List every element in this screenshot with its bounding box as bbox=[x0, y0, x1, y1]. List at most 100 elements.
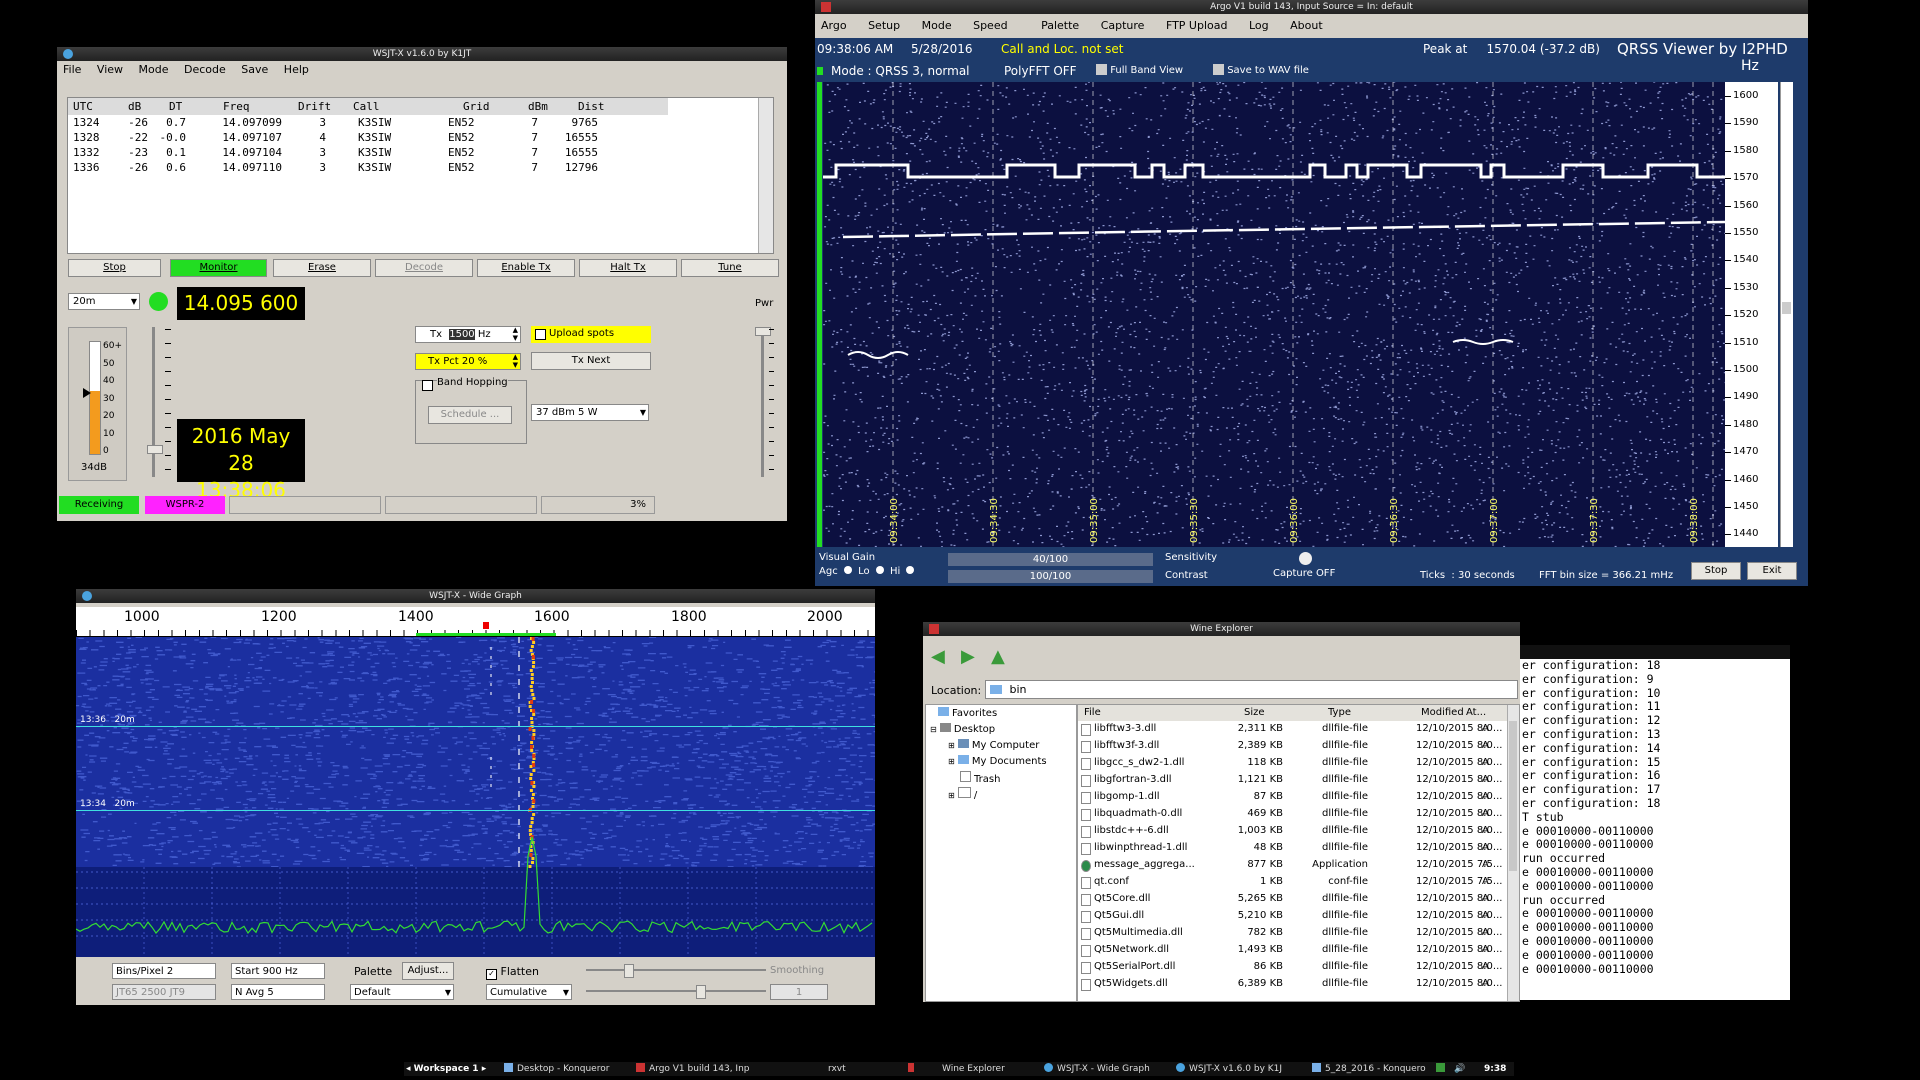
argo-vscroll[interactable] bbox=[1780, 82, 1793, 547]
file-row[interactable]: libwinpthread-1.dll 48 KB dllfile-file 12/1… bbox=[1078, 840, 1502, 857]
decode-row[interactable]: 1328 -22 -0.0 14.097107 4 K3SIW EN52 7 16555 bbox=[68, 131, 668, 146]
tune-button[interactable]: Tune bbox=[681, 259, 779, 277]
spin-arrows-icon[interactable]: ▲ ▼ bbox=[513, 326, 518, 342]
expand-icon[interactable]: ⊞ bbox=[948, 791, 955, 800]
tree-item-root[interactable]: ⊞ / bbox=[948, 787, 977, 801]
rxvt-window[interactable]: er configuration: 18 er configuration: 9e… bbox=[1520, 645, 1790, 1000]
argo-menu-argo[interactable]: Argo bbox=[821, 19, 847, 32]
taskbar-item[interactable]: WSJT-X - Wide Graph bbox=[1044, 1062, 1166, 1076]
explorer-titlebar[interactable]: Wine Explorer bbox=[923, 622, 1520, 636]
zero-slider-handle[interactable] bbox=[696, 985, 706, 999]
enable-tx-button[interactable]: Enable Tx bbox=[477, 259, 575, 277]
capture-knob-icon[interactable] bbox=[1299, 552, 1312, 565]
monitor-button[interactable]: Monitor bbox=[170, 259, 267, 277]
spin-arrows-icon[interactable]: ▲ ▼ bbox=[513, 353, 518, 369]
waterfall[interactable]: 13:36 20m 13:34 20m bbox=[76, 637, 875, 957]
radio-icon[interactable] bbox=[875, 566, 884, 574]
checkbox-icon[interactable]: ✓ bbox=[486, 969, 497, 980]
taskbar-item[interactable]: Argo V1 build 143, Inp bbox=[636, 1062, 761, 1076]
decode-scrollbar[interactable] bbox=[758, 98, 773, 253]
tx-value[interactable]: 1500 bbox=[449, 329, 475, 340]
tree-item-desktop[interactable]: ⊟ Desktop bbox=[930, 723, 995, 735]
erase-button[interactable]: Erase bbox=[273, 259, 371, 277]
taskbar-item[interactable]: WSJT-X v1.6.0 by K1J bbox=[1176, 1062, 1302, 1076]
forward-arrow-icon[interactable]: ▶ bbox=[961, 646, 975, 667]
checkbox-icon[interactable] bbox=[422, 380, 433, 391]
rx-slider-track[interactable] bbox=[152, 327, 155, 477]
zero-slider[interactable] bbox=[586, 990, 766, 992]
scrollbar-thumb[interactable] bbox=[1509, 721, 1517, 871]
tx-next-button[interactable]: Tx Next bbox=[531, 352, 651, 370]
tray-icon[interactable] bbox=[1436, 1062, 1452, 1076]
checkbox-icon[interactable] bbox=[1096, 64, 1107, 75]
rx-slider-handle[interactable] bbox=[147, 445, 163, 454]
collapse-icon[interactable]: ⊟ bbox=[930, 725, 937, 734]
band-select[interactable]: 20m ▼ bbox=[68, 293, 140, 310]
file-row[interactable]: libgfortran-3.dll 1,121 KB dllfile-file 12/… bbox=[1078, 772, 1502, 789]
tree-item-favorites[interactable]: Favorites bbox=[938, 707, 997, 719]
file-list[interactable]: File Size Type Modified At... libfftw3-3… bbox=[1077, 704, 1520, 1002]
tree-item-my-computer[interactable]: ⊞ My Computer bbox=[948, 739, 1039, 751]
expand-icon[interactable]: ⊞ bbox=[948, 757, 955, 766]
menu-help[interactable]: Help bbox=[284, 63, 309, 76]
file-row[interactable]: Qt5Core.dll 5,265 KB dllfile-file 12/10/201… bbox=[1078, 891, 1502, 908]
tree-item-trash[interactable]: Trash bbox=[960, 771, 1000, 785]
bins-spinbox[interactable]: Bins/Pixel 2 bbox=[112, 963, 216, 979]
argo-vscroll-thumb[interactable] bbox=[1782, 302, 1791, 314]
col-size[interactable]: Size bbox=[1244, 707, 1265, 718]
argo-spectrogram[interactable]: 09:34:00 09:34:30 09:35:00 09:35:30 09:36:00… bbox=[823, 82, 1725, 547]
jt-spinbox[interactable]: JT65 2500 JT9 bbox=[112, 984, 216, 1000]
pwr-slider-track[interactable] bbox=[761, 327, 764, 477]
tx-freq-spinbox[interactable]: Tx 1500 Hz ▲ ▼ bbox=[415, 326, 521, 343]
argo-titlebar[interactable]: Argo V1 build 143, Input Source = In: de… bbox=[815, 0, 1808, 14]
file-list-scrollbar[interactable] bbox=[1507, 705, 1519, 1001]
taskbar-item[interactable]: Desktop - Konqueror bbox=[504, 1062, 622, 1076]
checkbox-icon[interactable] bbox=[1213, 64, 1224, 75]
file-row[interactable]: libfftw3-3.dll 2,311 KB dllfile-file 12/10/… bbox=[1078, 721, 1502, 738]
full-band-checkbox[interactable]: Full Band View bbox=[1096, 64, 1183, 76]
file-row[interactable]: message_aggrega... 877 KB Application 12/10… bbox=[1078, 857, 1502, 874]
decode-button[interactable]: Decode bbox=[375, 259, 473, 277]
decode-row[interactable]: 1336 -26 0.6 14.097110 3 K3SIW EN52 7 12796 bbox=[68, 161, 668, 176]
col-file[interactable]: File bbox=[1084, 707, 1101, 718]
col-modified[interactable]: Modified bbox=[1421, 707, 1464, 718]
navg-spinbox[interactable]: N Avg 5 bbox=[231, 984, 325, 1000]
adjust-button[interactable]: Adjust... bbox=[402, 962, 454, 980]
argo-exit-button[interactable]: Exit bbox=[1747, 562, 1797, 580]
menu-view[interactable]: View bbox=[97, 63, 123, 76]
power-select[interactable]: 37 dBm 5 W ▼ bbox=[531, 404, 649, 421]
file-row[interactable]: qt.conf 1 KB conf-file 12/10/2015 7:5... A bbox=[1078, 874, 1502, 891]
folder-tree[interactable]: Favorites ⊟ Desktop ⊞ My Computer ⊞ My D… bbox=[925, 704, 1077, 1002]
decode-row[interactable]: 1324 -26 0.7 14.097099 3 K3SIW EN52 7 9765 bbox=[68, 116, 668, 131]
argo-menu-about[interactable]: About bbox=[1290, 19, 1323, 32]
file-row[interactable]: libfftw3f-3.dll 2,389 KB dllfile-file 12/10… bbox=[1078, 738, 1502, 755]
taskbar-item[interactable]: rxvt bbox=[828, 1062, 868, 1076]
location-field[interactable]: bin bbox=[985, 680, 1518, 699]
palette-select[interactable]: Default ▼ bbox=[350, 984, 454, 1000]
expand-icon[interactable]: ⊞ bbox=[948, 741, 955, 750]
widegraph-titlebar[interactable]: WSJT-X - Wide Graph bbox=[76, 589, 875, 603]
taskbar-item[interactable]: Wine Explorer bbox=[908, 1062, 1008, 1076]
argo-menu-speed[interactable]: Speed bbox=[973, 19, 1007, 32]
menu-file[interactable]: File bbox=[63, 63, 81, 76]
contrast-bar[interactable]: 100/100 bbox=[948, 570, 1153, 583]
argo-menu-ftp[interactable]: FTP Upload bbox=[1166, 19, 1228, 32]
col-attr[interactable]: At... bbox=[1466, 707, 1486, 718]
argo-menu-setup[interactable]: Setup bbox=[868, 19, 900, 32]
halt-tx-button[interactable]: Halt Tx bbox=[579, 259, 677, 277]
file-row[interactable]: libquadmath-0.dll 469 KB dllfile-file 12/10… bbox=[1078, 806, 1502, 823]
workspace-switcher[interactable]: ◂ Workspace 1 ▸ bbox=[406, 1062, 498, 1076]
back-arrow-icon[interactable]: ◀ bbox=[931, 646, 945, 667]
checkbox-icon[interactable] bbox=[535, 329, 546, 340]
up-arrow-icon[interactable]: ▲ bbox=[991, 646, 1005, 667]
stop-button[interactable]: Stop bbox=[68, 259, 161, 277]
file-row[interactable]: libgomp-1.dll 87 KB dllfile-file 12/10/2015… bbox=[1078, 789, 1502, 806]
sensitivity-bar[interactable]: 40/100 bbox=[948, 553, 1153, 566]
rx-band-marker[interactable] bbox=[416, 633, 556, 636]
tx-pct-spinbox[interactable]: Tx Pct 20 % ▲ ▼ bbox=[415, 353, 521, 370]
argo-menu-capture[interactable]: Capture bbox=[1101, 19, 1145, 32]
file-row[interactable]: Qt5Multimedia.dll 782 KB dllfile-file 12/10… bbox=[1078, 925, 1502, 942]
argo-menu-mode[interactable]: Mode bbox=[922, 19, 952, 32]
file-row[interactable]: Qt5Network.dll 1,493 KB dllfile-file 12/10/… bbox=[1078, 942, 1502, 959]
decode-row[interactable]: 1332 -23 0.1 14.097104 3 K3SIW EN52 7 16555 bbox=[68, 146, 668, 161]
